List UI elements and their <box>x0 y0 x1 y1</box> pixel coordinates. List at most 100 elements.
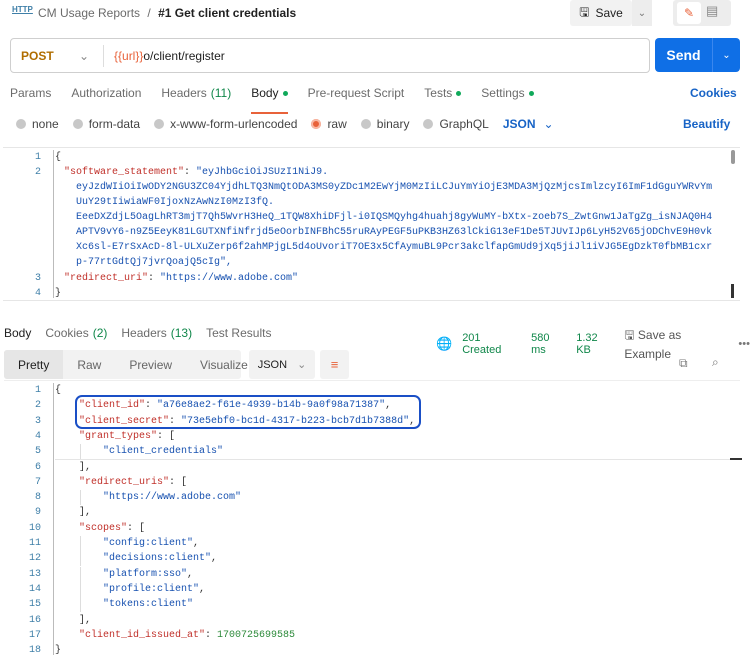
response-tab-body[interactable]: Body <box>4 326 32 354</box>
json-string: "tokens:client" <box>103 599 194 611</box>
response-tab-test-results[interactable]: Test Results <box>206 326 271 348</box>
view-preview[interactable]: Preview <box>115 350 186 379</box>
tab-label: Authorization <box>71 86 142 100</box>
json-string: "eyJhbGciOiJSUzI1NiJ9. <box>196 167 329 178</box>
resize-handle[interactable] <box>731 284 734 298</box>
line-number: 12 <box>28 553 41 565</box>
radio-circle-icon <box>360 119 371 129</box>
save-label: Save <box>595 6 623 20</box>
code-line: } <box>55 643 61 658</box>
url-link[interactable]: "https://www.adobe.com" <box>103 492 241 503</box>
open-brace: { <box>55 152 62 163</box>
tab-headers[interactable]: Headers (11) <box>161 86 231 108</box>
radio-circle-icon <box>154 119 165 129</box>
method-select[interactable]: POST ⌄ <box>11 44 104 67</box>
format-select[interactable]: JSON ⌄ <box>249 350 315 379</box>
line-number: 16 <box>28 614 41 626</box>
status-dot-icon <box>528 91 534 97</box>
json-number: 1700725699585 <box>217 629 296 641</box>
body-language-select[interactable]: JSON <box>503 117 536 131</box>
json-punctuation: , <box>199 583 206 595</box>
radio-label: binary <box>376 117 410 131</box>
tab-tests[interactable]: Tests <box>424 86 462 108</box>
json-key: "client_secret" <box>79 415 170 427</box>
request-body-editor[interactable]: 1 2 3 4 { "software_statement": "eyJhbGc… <box>3 147 740 301</box>
tab-authorization[interactable]: Authorization <box>71 86 141 108</box>
line-number: 4 <box>34 430 41 442</box>
line-number: 1 <box>34 152 41 163</box>
response-toolbar: Pretty Raw Preview Visualize JSON ⌄ ≡ ⧉ ⌕ <box>4 350 740 381</box>
json-key: "client_id_issued_at" <box>79 629 206 641</box>
radio-form-data[interactable]: form-data <box>72 117 140 131</box>
line-number: 2 <box>34 400 41 412</box>
tab-label: Headers <box>161 86 207 100</box>
tab-pre-request-script[interactable]: Pre-request Script <box>308 86 405 108</box>
line-number: 14 <box>28 583 41 595</box>
radio-x-www-form-urlencoded[interactable]: x-www-form-urlencoded <box>154 117 297 131</box>
json-string-wrap: Xc6sl-E7rSxAcD-8l-ULXuZerp6f2ahMPjgL5d4o… <box>76 242 713 253</box>
tab-count: (2) <box>92 326 108 340</box>
send-dropdown-chevron-icon[interactable]: ⌄ <box>712 38 740 72</box>
response-body-viewer[interactable]: 1 {2 "client_id": "a76e8ae2-f61e-4939-b14b… <box>3 381 742 661</box>
code-line: "redirect_uri": "https://www.adobe.com" <box>64 273 299 284</box>
scroll-marker[interactable] <box>730 458 742 460</box>
gutter-line <box>53 383 54 655</box>
tab-label: Test Results <box>206 326 272 340</box>
view-raw[interactable]: Raw <box>63 350 115 379</box>
indent-guide <box>80 490 81 506</box>
tab-settings[interactable]: Settings <box>481 86 534 108</box>
scrollbar[interactable] <box>731 150 735 164</box>
view-pretty[interactable]: Pretty <box>4 350 64 379</box>
json-punctuation: ], <box>79 461 92 473</box>
request-title[interactable]: #1 Get client credentials <box>158 6 296 20</box>
line-number: 6 <box>34 461 41 473</box>
save-button[interactable]: 🖫 Save <box>570 0 632 26</box>
cookies-link[interactable]: Cookies <box>690 86 737 100</box>
json-punctuation: , <box>409 415 416 427</box>
line-number: 5 <box>34 446 41 458</box>
json-key: "scopes" <box>79 522 128 534</box>
url-input[interactable]: {{url}}o/client/register <box>104 49 225 63</box>
code-line: "client_secret": "73e5ebf0-bc1d-4317-b22… <box>79 414 415 429</box>
chevron-down-icon[interactable]: ⌄ <box>544 117 554 131</box>
search-icon[interactable]: ⌕ <box>712 355 719 370</box>
radio-circle-icon <box>423 119 434 129</box>
json-string-wrap: APTV9vY6-n9Z5EeyK81LGUTXNfiNfrjd5eOorbIN… <box>76 227 713 238</box>
send-button[interactable]: Send ⌄ <box>655 38 740 72</box>
json-punctuation: , <box>187 568 194 580</box>
radio-raw[interactable]: raw <box>311 117 347 131</box>
save-dropdown-chevron-icon[interactable]: ⌄ <box>632 0 652 26</box>
more-options-icon[interactable]: ••• <box>738 338 750 350</box>
code-line: "software_statement": "eyJhbGciOiJSUzI1N… <box>64 167 329 178</box>
beautify-button[interactable]: Beautify <box>683 117 730 131</box>
status-dot-icon <box>282 91 288 97</box>
edit-pencil-icon[interactable]: ✎ <box>677 2 701 24</box>
send-label: Send <box>666 47 701 63</box>
tab-params[interactable]: Params <box>10 86 51 108</box>
comment-icon[interactable]: ▤ <box>706 3 718 19</box>
json-link[interactable]: "https://www.adobe.com" <box>103 492 241 503</box>
response-tab-cookies[interactable]: Cookies (2) <box>45 326 107 348</box>
radio-graphql[interactable]: GraphQL <box>423 117 489 131</box>
tab-body[interactable]: Body <box>251 86 288 114</box>
gutter-line <box>53 150 54 298</box>
code-line: ], <box>79 505 91 520</box>
json-punctuation: : <box>205 629 218 641</box>
json-key: "redirect_uri" <box>64 273 149 284</box>
view-mode-segmented: Pretty Raw Preview Visualize <box>4 350 248 379</box>
wrap-lines-icon[interactable]: ≡ <box>320 350 349 379</box>
code-line: "tokens:client" <box>103 597 193 612</box>
line-number: 11 <box>28 538 41 549</box>
radio-binary[interactable]: binary <box>360 117 410 131</box>
json-string: "platform:sso" <box>103 568 188 580</box>
request-tabs: Params Authorization Headers (11) Body Pre-re… <box>10 86 554 114</box>
copy-icon[interactable]: ⧉ <box>679 356 688 371</box>
json-string: "a76e8ae2-f61e-4939-b14b-9a0f98a71387" <box>157 400 386 412</box>
json-string: "profile:client" <box>103 583 200 595</box>
breadcrumb-collection[interactable]: CM Usage Reports <box>38 6 140 20</box>
radio-none[interactable]: none <box>16 117 59 131</box>
response-tab-headers[interactable]: Headers (13) <box>121 326 192 348</box>
tab-label: Settings <box>481 86 525 100</box>
tab-label: Tests <box>424 86 453 100</box>
json-punctuation: , <box>211 553 218 565</box>
